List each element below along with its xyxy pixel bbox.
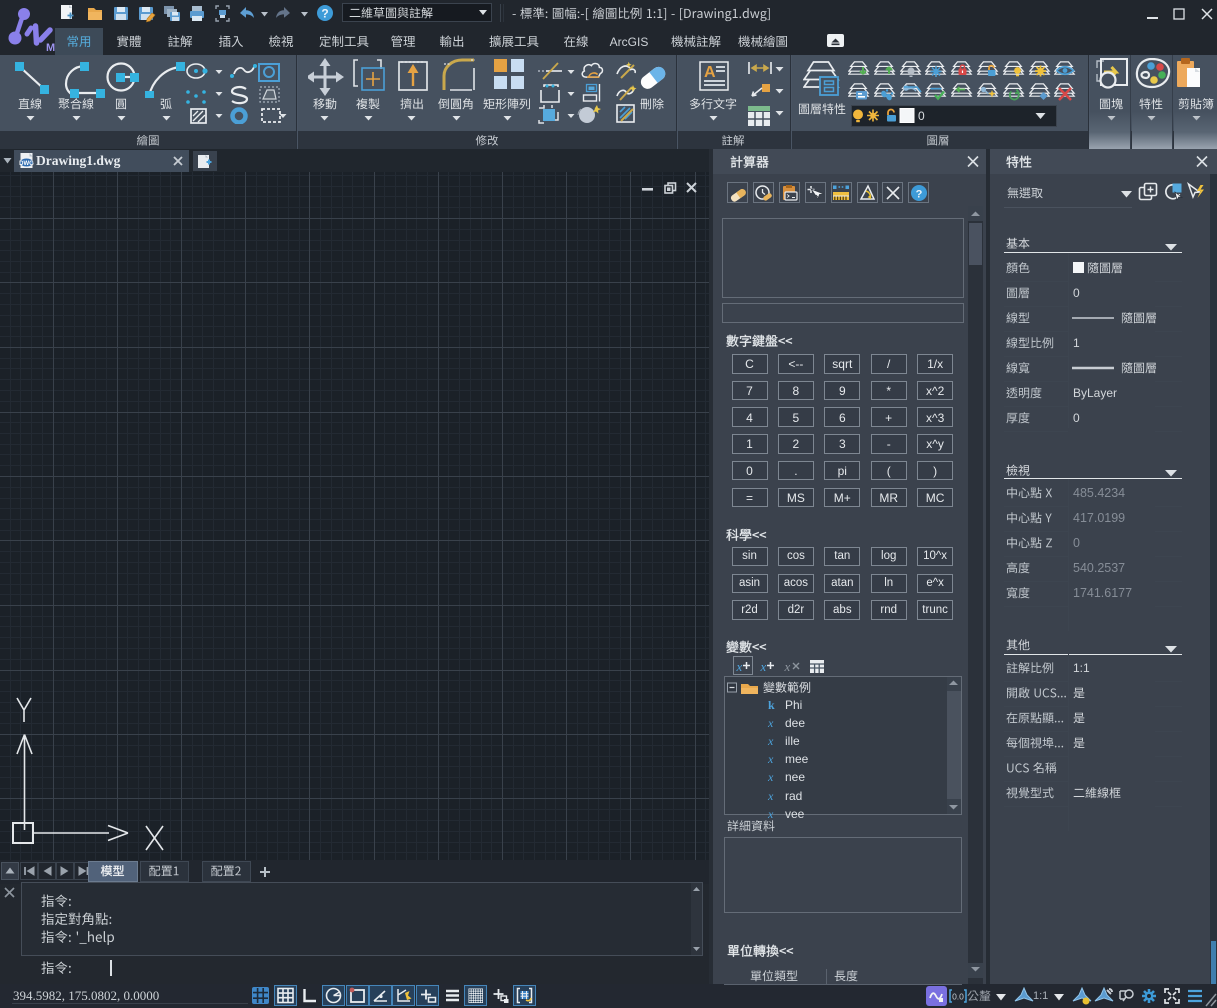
svg-text:x: x xyxy=(736,659,743,674)
svg-text:?: ? xyxy=(915,188,922,200)
svg-text:A: A xyxy=(704,64,716,81)
svg-text:x: x xyxy=(760,659,767,674)
svg-text:x: x xyxy=(784,659,791,674)
svg-text:?: ? xyxy=(321,7,328,21)
svg-text:M: M xyxy=(46,42,55,54)
svg-text:DWG: DWG xyxy=(19,161,34,167)
svg-text:0.0: 0.0 xyxy=(952,992,964,1002)
